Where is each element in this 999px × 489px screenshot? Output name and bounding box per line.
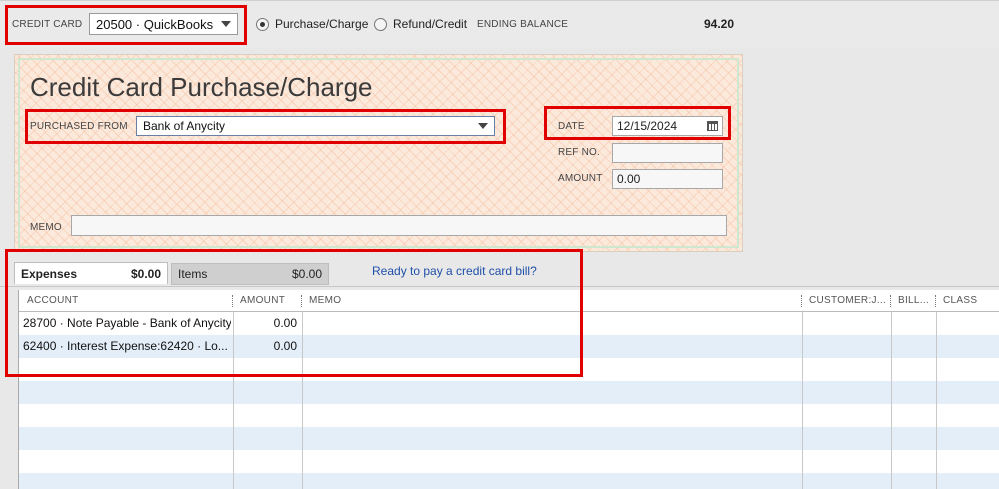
amount-value: 0.00 [617,172,641,186]
ending-balance-label: ENDING BALANCE [477,19,569,30]
radio-unselected-icon [374,17,387,31]
calendar-icon[interactable] [707,121,718,131]
highlight-expenses-table [5,249,583,377]
chevron-down-icon [478,123,488,129]
column-line [936,312,937,489]
ref-no-label: REF NO. [558,147,600,158]
table-row-empty[interactable] [19,450,999,473]
column-separator [801,295,803,307]
col-class[interactable]: CLASS [943,295,977,306]
credit-card-value: 20500 · QuickBooks ... [96,16,215,32]
memo-label: MEMO [30,222,62,233]
amount-label: AMOUNT [558,173,603,184]
purchased-from-dropdown[interactable]: Bank of Anycity [136,116,495,136]
purchased-from-value: Bank of Anycity [143,119,226,133]
chevron-down-icon [221,21,231,27]
date-field[interactable]: 12/15/2024 [612,116,723,136]
radio-refund-credit[interactable]: Refund/Credit [374,17,467,31]
page-title: Credit Card Purchase/Charge [30,72,373,102]
table-row-empty[interactable] [19,404,999,427]
memo-field[interactable] [71,215,727,236]
radio-purchase-label: Purchase/Charge [275,17,369,31]
credit-card-label: CREDIT CARD [12,19,83,30]
col-billable[interactable]: BILL... [898,295,929,306]
credit-card-dropdown[interactable]: 20500 · QuickBooks ... [89,13,238,35]
ref-no-field[interactable] [612,143,723,163]
col-customer-job[interactable]: CUSTOMER:J... [809,295,886,306]
table-row-empty[interactable] [19,473,999,489]
table-row-empty[interactable] [19,381,999,404]
date-label: DATE [558,121,585,132]
purchased-from-label: PURCHASED FROM [30,121,128,132]
column-line [891,312,892,489]
date-value: 12/15/2024 [617,119,678,133]
radio-purchase-charge[interactable]: Purchase/Charge [256,17,368,31]
column-line [802,312,803,489]
column-separator [935,295,937,307]
column-separator [890,295,892,307]
radio-selected-icon [256,17,269,31]
radio-refund-label: Refund/Credit [393,17,468,31]
table-row-empty[interactable] [19,427,999,450]
amount-field[interactable]: 0.00 [612,169,723,189]
ending-balance-value: 94.20 [703,17,734,31]
